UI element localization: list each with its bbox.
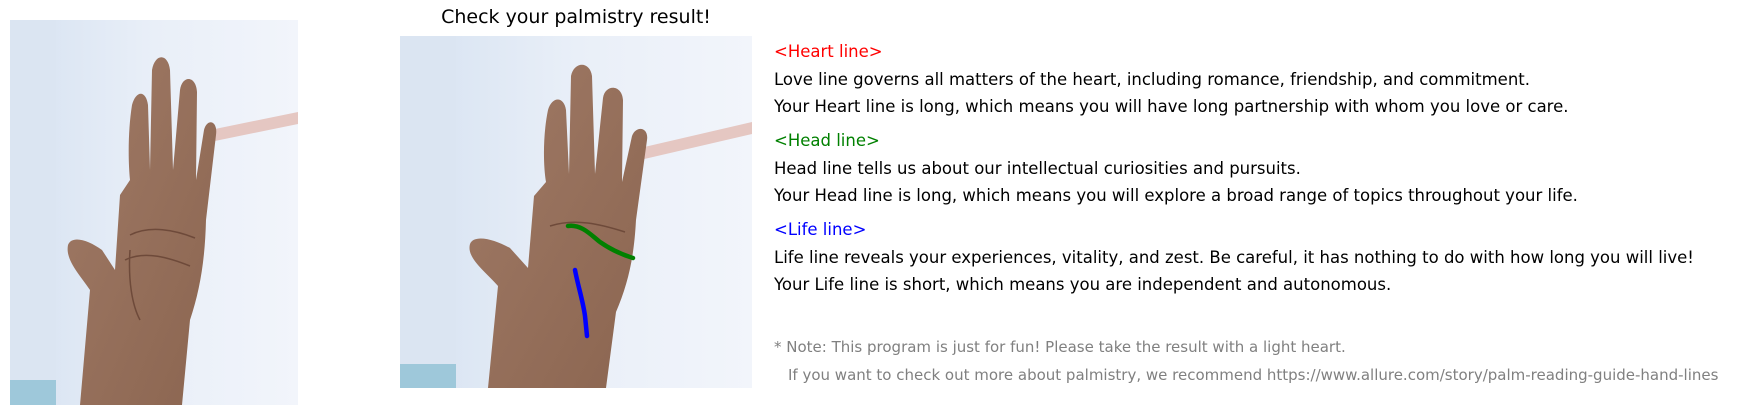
life-line-heading: <Life line> [774,220,867,239]
heart-line-description: Love line governs all matters of the hea… [774,70,1530,89]
result-hand-photo [400,36,752,388]
heart-line-result: Your Heart line is long, which means you… [774,97,1569,116]
life-line-result: Your Life line is short, which means you… [774,275,1392,294]
head-line-description: Head line tells us about our intellectua… [774,159,1301,178]
palmistry-reference-note: If you want to check out more about palm… [788,366,1719,384]
heart-line-heading: <Heart line> [774,42,883,61]
hand-image [10,20,298,405]
head-line-result: Your Head line is long, which means you … [774,186,1578,205]
result-hand-image [400,36,752,388]
result-title: Check your palmistry result! [441,6,711,28]
original-hand-photo [10,20,298,405]
head-line-heading: <Head line> [774,131,880,150]
life-line-description: Life line reveals your experiences, vita… [774,248,1694,267]
fun-disclaimer-note: * Note: This program is just for fun! Pl… [774,338,1346,356]
